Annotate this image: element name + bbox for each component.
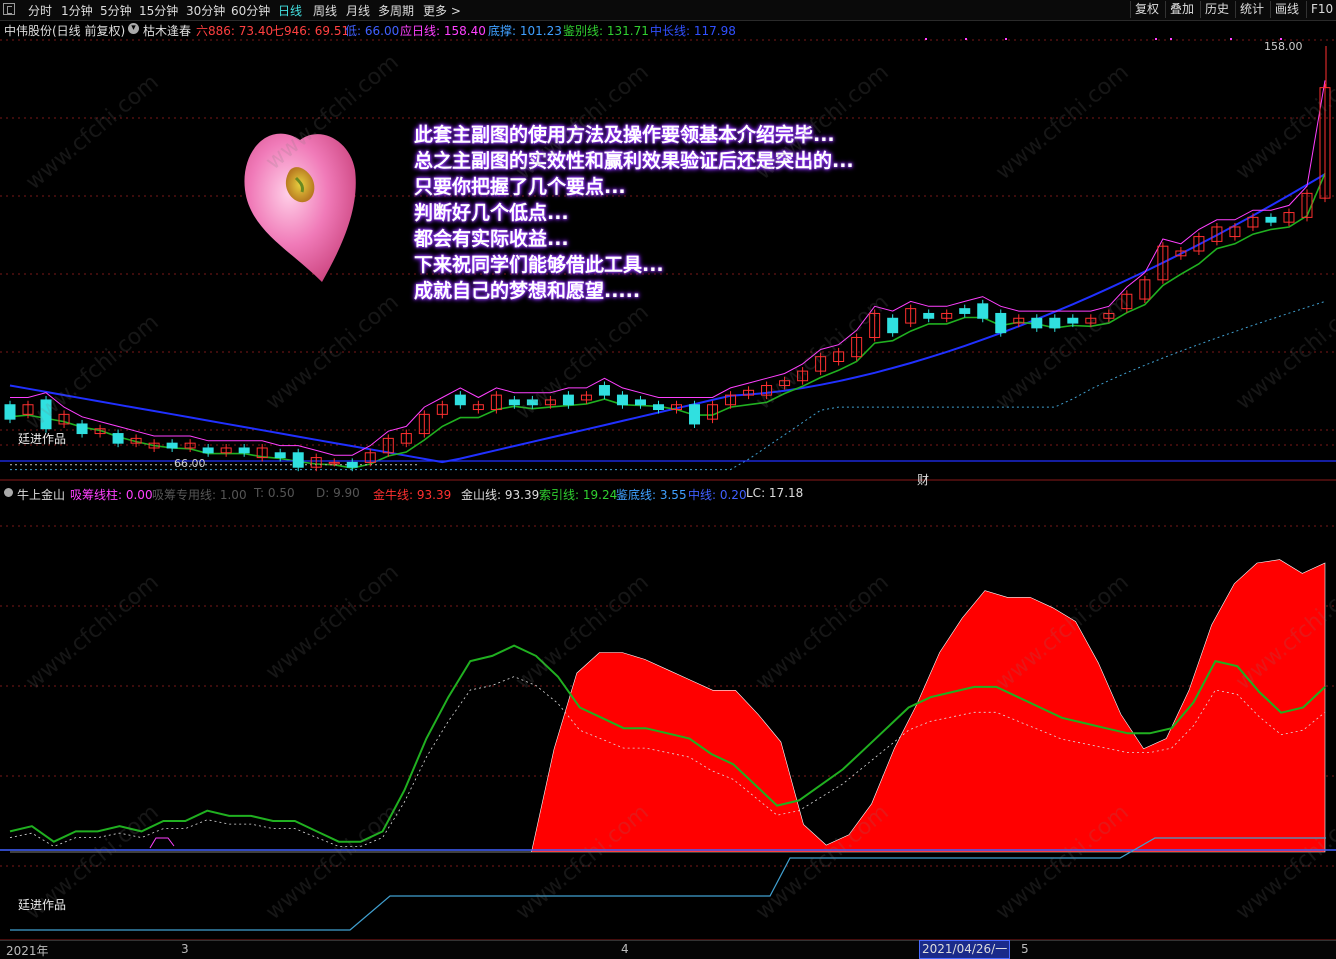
date-label: 2021年 xyxy=(6,944,49,958)
candle-body xyxy=(112,433,124,444)
date-label: 4 xyxy=(621,942,629,956)
candle-body xyxy=(508,399,520,406)
candle-body xyxy=(977,303,989,319)
top-marker xyxy=(1155,38,1157,40)
finance-marker[interactable]: 财 xyxy=(917,471,929,488)
top-marker xyxy=(965,38,967,40)
candle-body xyxy=(923,312,935,319)
candle-body xyxy=(40,399,52,430)
candle-body xyxy=(562,394,574,406)
candle-body xyxy=(1265,216,1277,223)
flower-petal xyxy=(244,133,356,282)
note-line: 都会有实际收益... xyxy=(414,228,569,250)
candle-body xyxy=(76,423,88,435)
sub-author-label: 廷进作品 xyxy=(18,898,67,912)
candle-body xyxy=(238,447,250,454)
note-line: 总之主副图的实效性和赢利效果验证后还是突出的... xyxy=(414,150,854,172)
flower-image xyxy=(244,133,356,282)
note-line: 此套主副图的使用方法及操作要领基本介绍完毕... xyxy=(414,124,835,146)
note-line: 成就自己的梦想和愿望..... xyxy=(414,280,641,302)
bottom-support-line xyxy=(10,300,1326,471)
low-price-label: 66.00 xyxy=(174,457,206,470)
candle-body xyxy=(166,442,178,449)
top-marker xyxy=(1170,38,1172,40)
date-axis: 2021年 3 4 5 xyxy=(0,940,1336,959)
date-label: 5 xyxy=(1021,942,1029,956)
accumulation-bar xyxy=(149,837,175,849)
candle-body xyxy=(274,452,286,459)
candle-body xyxy=(4,404,16,420)
commentary-text: 此套主副图的使用方法及操作要领基本介绍完毕... 总之主副图的实效性和赢利效果验… xyxy=(414,122,854,304)
candle-body xyxy=(346,461,358,468)
cursor-date: 2021/04/26/一 xyxy=(919,940,1011,959)
note-line: 下来祝同学们能够借此工具... xyxy=(414,254,664,276)
date-label: 3 xyxy=(181,942,189,956)
candle-body xyxy=(616,394,628,406)
candle-body xyxy=(1031,317,1043,329)
golden-bull-area xyxy=(10,559,1326,853)
top-marker xyxy=(1230,38,1232,40)
candle-body xyxy=(1067,317,1079,324)
note-line: 只要你把握了几个要点... xyxy=(414,176,626,198)
top-marker xyxy=(1005,38,1007,40)
candle-body xyxy=(202,447,214,454)
candle-body xyxy=(689,404,701,425)
candle-body xyxy=(598,385,610,396)
candle-body xyxy=(995,312,1007,334)
candle-body xyxy=(634,399,646,406)
note-line: 判断好几个低点... xyxy=(414,202,569,224)
candle-body xyxy=(526,399,538,406)
candle-body xyxy=(959,308,971,314)
high-price-label: 158.00 xyxy=(1264,40,1303,53)
candle-body xyxy=(1049,317,1061,329)
candle-body xyxy=(652,404,664,411)
top-marker xyxy=(925,38,927,40)
candle-body xyxy=(887,317,899,334)
candle-body xyxy=(292,452,304,468)
candle-body xyxy=(454,394,466,406)
author-label: 廷进作品 xyxy=(18,432,67,446)
